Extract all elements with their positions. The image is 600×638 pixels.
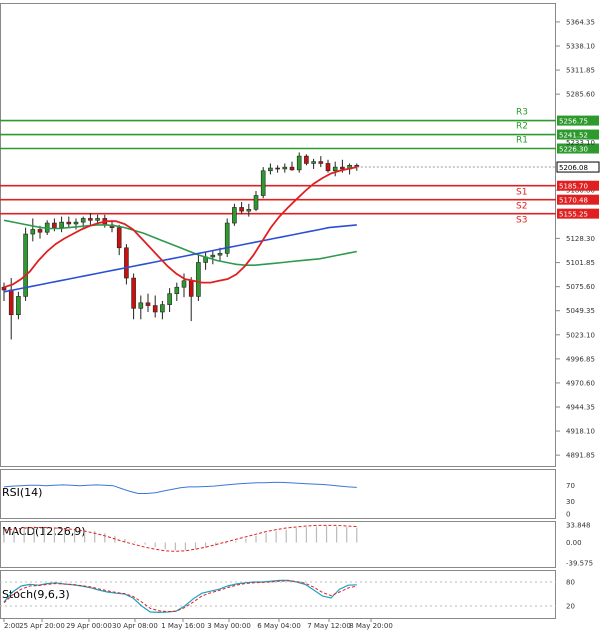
y-tick-label: 5023.10 <box>566 331 595 339</box>
candle-body <box>174 286 180 294</box>
rsi-tick-label: 0 <box>566 511 570 519</box>
candle-body <box>239 207 244 212</box>
candle-body <box>124 247 129 279</box>
x-tick-label: 3 May 00:00 <box>207 622 251 630</box>
x-tick-label: 2:00 <box>4 622 20 630</box>
rsi-panel-frame <box>0 469 556 519</box>
candle-body <box>16 296 21 316</box>
x-tick-label: 7 May 12:00 <box>307 622 351 630</box>
candle-body <box>8 289 14 316</box>
level-price-label-s2: 5170.48 <box>559 197 588 205</box>
rsi-tick-label: 70 <box>566 482 575 490</box>
candle-body <box>260 170 266 196</box>
chart-canvas: 5364.355338.105311.855285.605180.805128.… <box>0 3 600 630</box>
level-price-label-r3: 5256.75 <box>559 118 588 126</box>
x-tick-label: 1 May 16:00 <box>161 622 205 630</box>
candle-body <box>275 167 280 170</box>
rsi-label: RSI(14) <box>2 486 42 499</box>
candle-body <box>340 166 345 170</box>
candle-body <box>152 305 158 313</box>
candle-body <box>188 280 194 297</box>
y-tick-label: 4944.35 <box>566 404 595 412</box>
level-name-s2: S2 <box>516 202 527 212</box>
candle-body <box>167 293 172 305</box>
candle-body <box>304 155 309 164</box>
level-name-r1: R1 <box>516 136 528 146</box>
level-name-r3: R3 <box>516 108 528 118</box>
y-tick-label: 5128.30 <box>566 235 595 243</box>
rsi-tick-label: 30 <box>566 498 575 506</box>
x-tick-label: 6 May 04:00 <box>257 622 301 630</box>
y-tick-label: 5075.60 <box>566 283 595 291</box>
stoch-tick-label: 20 <box>566 603 575 611</box>
macd-tick-label: 33.848 <box>566 522 591 530</box>
candle-body <box>181 280 187 288</box>
candle-body <box>66 221 72 225</box>
x-tick-label: 8 May 20:00 <box>349 622 393 630</box>
y-tick-label: 4891.85 <box>566 452 595 460</box>
macd-tick-label: -39.575 <box>566 560 593 568</box>
candle-body <box>217 252 223 256</box>
candle-body <box>318 161 324 164</box>
candle-body <box>88 218 93 221</box>
y-tick-label: 5338.10 <box>566 42 595 50</box>
rsi-line <box>3 481 357 494</box>
candle-body <box>80 218 86 223</box>
y-tick-label: 5285.60 <box>566 91 595 99</box>
y-tick-label: 4918.10 <box>566 428 595 436</box>
candle-body <box>52 222 57 228</box>
candle-body <box>268 167 273 172</box>
y-tick-label: 4996.85 <box>566 355 595 363</box>
candle-body <box>311 161 316 164</box>
candle-body <box>131 277 136 309</box>
level-price-label-s3: 5155.25 <box>559 211 588 219</box>
y-tick-label: 5364.35 <box>566 18 595 26</box>
last-price-label: 5206.08 <box>559 164 588 172</box>
y-tick-label: 4970.60 <box>566 379 595 387</box>
x-tick-label: 30 Apr 08:00 <box>112 622 158 630</box>
macd-tick-label: 0.00 <box>566 539 582 547</box>
x-tick-label: 29 Apr 00:00 <box>66 622 112 630</box>
level-name-s3: S3 <box>516 216 527 226</box>
y-tick-label: 5311.85 <box>566 67 595 75</box>
candle-body <box>210 254 216 258</box>
candle-body <box>138 302 144 309</box>
candle-body <box>95 218 100 221</box>
y-tick-label: 5101.85 <box>566 259 595 267</box>
candle-body <box>73 221 79 225</box>
candle-body <box>246 208 252 212</box>
stoch-label: Stoch(9,6,3) <box>2 588 70 601</box>
level-name-s1: S1 <box>516 188 527 198</box>
x-tick-label: 25 Apr 20:00 <box>19 622 65 630</box>
y-tick-label: 5049.35 <box>566 307 595 315</box>
candle-body <box>196 262 201 297</box>
candle-body <box>37 229 43 233</box>
main-panel-frame <box>0 3 556 467</box>
trading-chart: 5364.355338.105311.855285.605180.805128.… <box>0 0 600 634</box>
candle-body <box>145 302 151 306</box>
candle-body <box>160 304 165 313</box>
candle-body <box>289 166 295 171</box>
candle-body <box>59 221 64 228</box>
candle-body <box>296 155 302 171</box>
candle-body <box>116 227 122 249</box>
candle-body <box>332 166 338 172</box>
level-price-label-s1: 5185.70 <box>559 183 588 191</box>
stoch-panel-frame <box>0 570 556 619</box>
moving-average-blue <box>3 224 357 293</box>
candle-body <box>325 163 331 172</box>
candle-body <box>253 195 259 210</box>
y-tick-label: 5233.10 <box>566 139 595 147</box>
candle-body <box>30 229 36 235</box>
level-name-r2: R2 <box>516 122 528 132</box>
stoch-tick-label: 80 <box>566 579 575 587</box>
candle-body <box>232 207 237 224</box>
candle-body <box>282 166 288 170</box>
